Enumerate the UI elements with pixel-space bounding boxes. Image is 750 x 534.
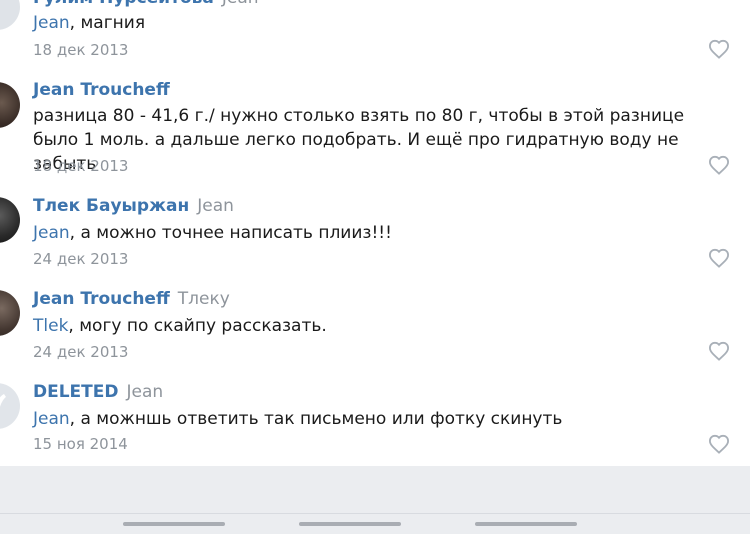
comment-date: 15 ноя 2014	[33, 435, 128, 453]
avatar[interactable]	[0, 197, 20, 243]
reply-to-name: Jean	[126, 382, 164, 402]
comment-text: Jean, а можно точнее написать плииз!!!	[33, 221, 733, 245]
comment-date: 18 дек 2013	[33, 41, 129, 59]
mention-link[interactable]: Jean	[33, 409, 70, 429]
nav-handle-left[interactable]	[123, 522, 225, 526]
comment-body: , магния	[69, 13, 146, 33]
comment-text: разница 80 - 41,6 г./ нужно столько взят…	[33, 104, 733, 176]
reply-to-name: Jean	[222, 0, 259, 8]
comment-body: , могу по скайпу рассказать.	[68, 316, 327, 336]
comment-header: Гулим Нурсеитова Jean	[33, 0, 259, 8]
comment-date: 24 дек 2013	[33, 343, 129, 361]
comment-text: Jean, а можншь ответить так письмено или…	[33, 407, 733, 431]
comment-author[interactable]: Тлек Бауыржан	[33, 196, 189, 216]
mention-link[interactable]: Jean	[33, 223, 70, 243]
heart-outline-icon[interactable]	[708, 341, 730, 361]
deleted-user-icon	[0, 394, 6, 407]
heart-outline-icon[interactable]	[708, 434, 730, 454]
nav-handle-right[interactable]	[475, 522, 577, 526]
comment-header: DELETED Jean	[33, 382, 163, 402]
comment-date: 18 дек 2013	[33, 157, 129, 175]
comment-author[interactable]: Гулим Нурсеитова	[33, 0, 214, 8]
comment-body: , а можншь ответить так письмено или фот…	[69, 409, 563, 429]
avatar[interactable]	[0, 82, 20, 128]
reply-to-name: Тлеку	[177, 289, 230, 309]
heart-outline-icon[interactable]	[708, 155, 730, 175]
avatar[interactable]	[0, 0, 20, 30]
comment-date: 24 дек 2013	[33, 250, 129, 268]
mention-link[interactable]: Jean	[33, 13, 70, 33]
nav-handle-center[interactable]	[299, 522, 401, 526]
avatar[interactable]	[0, 290, 20, 336]
divider	[0, 513, 750, 514]
reply-to-name: Jean	[197, 196, 234, 216]
comment-text: Tlek, могу по скайпу рассказать.	[33, 314, 733, 338]
comment-author[interactable]: Jean Troucheff	[33, 80, 170, 100]
mention-link[interactable]: Tlek	[33, 316, 68, 336]
comment-header: Jean Troucheff Тлеку	[33, 289, 230, 309]
deleted-user-avatar[interactable]	[0, 383, 20, 429]
comment-author[interactable]: DELETED	[33, 382, 119, 402]
comment-body: разница 80 - 41,6 г./ нужно столько взят…	[33, 106, 685, 174]
heart-outline-icon[interactable]	[708, 248, 730, 268]
heart-outline-icon[interactable]	[708, 39, 730, 59]
comment-header: Jean Troucheff	[33, 80, 170, 100]
comment-body: , а можно точнее написать плииз!!!	[69, 223, 392, 243]
comment-text: Jean, магния	[33, 11, 733, 35]
comment-header: Тлек Бауыржан Jean	[33, 196, 234, 216]
comment-author[interactable]: Jean Troucheff	[33, 289, 170, 309]
